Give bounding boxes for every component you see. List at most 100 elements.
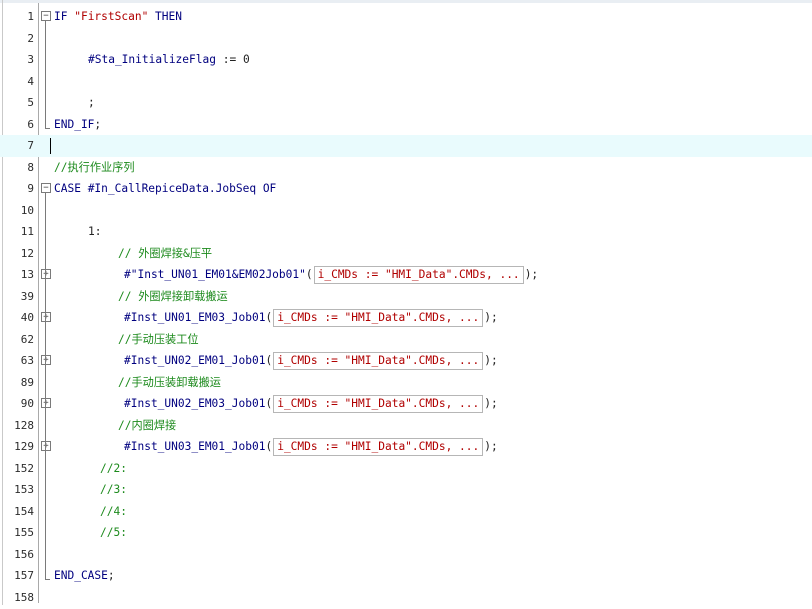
code-line[interactable]: 155 //5: xyxy=(0,522,812,544)
code-token: ; xyxy=(107,569,115,582)
code-text[interactable]: // 外圈焊接卸载搬运 xyxy=(118,286,228,308)
collapsed-arguments-box[interactable]: i_CMDs := "HMI_Data".CMDs, ... xyxy=(273,309,484,327)
line-number: 3 xyxy=(27,53,34,66)
code-text[interactable]: #Inst_UN02_EM01_Job01(i_CMDs := "HMI_Dat… xyxy=(124,350,498,372)
code-line[interactable]: 12 // 外圈焊接&压平 xyxy=(0,243,812,265)
code-text[interactable]: //手动压装工位 xyxy=(118,329,199,351)
code-comment: //5: xyxy=(100,526,127,539)
code-token: := xyxy=(215,53,243,66)
code-line[interactable]: 2 xyxy=(0,28,812,50)
code-token: ( xyxy=(265,397,273,410)
code-text[interactable]: #Inst_UN02_EM03_Job01(i_CMDs := "HMI_Dat… xyxy=(124,393,498,415)
code-line[interactable]: 90 + #Inst_UN02_EM03_Job01(i_CMDs := "HMI_… xyxy=(0,393,812,415)
code-text[interactable]: END_CASE; xyxy=(54,565,115,587)
code-text[interactable]: IF "FirstScan" THEN xyxy=(54,6,182,28)
code-line[interactable]: 40 + #Inst_UN01_EM03_Job01(i_CMDs := "HMI_… xyxy=(0,307,812,329)
line-number: 158 xyxy=(14,590,34,604)
code-text[interactable]: //5: xyxy=(100,522,127,544)
expand-fold-icon[interactable]: + xyxy=(41,312,51,322)
line-number: 2 xyxy=(27,31,34,45)
line-number: 1 xyxy=(27,10,34,23)
code-text[interactable]: // 外圈焊接&压平 xyxy=(118,243,212,265)
case-fold-guide xyxy=(45,192,46,579)
expand-fold-icon[interactable]: + xyxy=(41,269,51,279)
code-line[interactable]: 39 // 外圈焊接卸载搬运 xyxy=(0,286,812,308)
line-number: 155 xyxy=(14,526,34,539)
collapsed-arguments-box[interactable]: i_CMDs := "HMI_Data".CMDs, ... xyxy=(273,352,484,370)
collapsed-arguments-box[interactable]: i_CMDs := "HMI_Data".CMDs, ... xyxy=(273,395,484,413)
code-line[interactable]: 89 //手动压装卸载搬运 xyxy=(0,372,812,394)
code-token: #In_CallRepiceData.JobSeq xyxy=(87,182,257,195)
code-line[interactable]: 62 //手动压装工位 xyxy=(0,329,812,351)
code-token: #"Inst_UN01_EM01&EM02Job01" xyxy=(124,268,306,281)
expand-fold-icon[interactable]: + xyxy=(41,441,51,451)
code-text[interactable]: //3: xyxy=(100,479,127,501)
code-text[interactable]: //执行作业序列 xyxy=(54,157,135,179)
code-text[interactable]: #"Inst_UN01_EM01&EM02Job01"(i_CMDs := "H… xyxy=(124,264,538,286)
code-line[interactable]: 4 xyxy=(0,71,812,93)
code-line[interactable]: 8 //执行作业序列 xyxy=(0,157,812,179)
code-line[interactable]: 128 //内圈焊接 xyxy=(0,415,812,437)
code-line[interactable]: 157 END_CASE; xyxy=(0,565,812,587)
line-number: 13 xyxy=(20,268,34,281)
code-line[interactable]: 158 xyxy=(0,587,812,609)
code-token: 1: xyxy=(88,225,102,238)
code-text[interactable]: //内圈焊接 xyxy=(118,415,176,437)
code-text[interactable]: #Inst_UN03_EM01_Job01(i_CMDs := "HMI_Dat… xyxy=(124,436,498,458)
code-line[interactable]: 10 xyxy=(0,200,812,222)
code-line[interactable]: 6 END_IF; xyxy=(0,114,812,136)
code-text[interactable]: #Sta_InitializeFlag := 0 xyxy=(88,49,250,71)
code-text[interactable]: 1: xyxy=(88,221,101,243)
code-token: ( xyxy=(265,311,273,324)
code-token: #Inst_UN01_EM03_Job01 xyxy=(124,311,266,324)
code-line[interactable]: 13 + #"Inst_UN01_EM01&EM02Job01"(i_CMDs :=… xyxy=(0,264,812,286)
code-line[interactable]: 63 + #Inst_UN02_EM01_Job01(i_CMDs := "HMI_… xyxy=(0,350,812,372)
collapse-fold-icon[interactable]: − xyxy=(41,183,51,193)
code-text[interactable]: END_IF; xyxy=(54,114,101,136)
code-token: ); xyxy=(484,354,498,367)
code-keyword: END_CASE xyxy=(54,569,108,582)
line-number: 12 xyxy=(20,246,34,260)
code-line[interactable]: 152 //2: xyxy=(0,458,812,480)
code-text[interactable]: //2: xyxy=(100,458,127,480)
line-number: 157 xyxy=(14,569,34,582)
collapse-fold-icon[interactable]: − xyxy=(41,11,51,21)
code-comment: // 外圈焊接卸载搬运 xyxy=(118,289,228,303)
code-token: ); xyxy=(484,311,498,324)
code-text[interactable]: ; xyxy=(88,92,95,114)
code-line[interactable]: 9− CASE #In_CallRepiceData.JobSeq OF xyxy=(0,178,812,200)
code-token: #Sta_InitializeFlag xyxy=(88,53,216,66)
code-text[interactable]: //4: xyxy=(100,501,127,523)
collapsed-arguments-box[interactable]: i_CMDs := "HMI_Data".CMDs, ... xyxy=(313,266,524,284)
code-editor[interactable]: 1− IF "FirstScan" THEN 2 3 #Sta_InitializeFl… xyxy=(0,0,812,605)
code-line[interactable]: 1− IF "FirstScan" THEN xyxy=(0,6,812,28)
expand-fold-icon[interactable]: + xyxy=(41,398,51,408)
code-token: "FirstScan" xyxy=(74,10,149,23)
code-token: ); xyxy=(484,397,498,410)
expand-fold-icon[interactable]: + xyxy=(41,355,51,365)
code-text[interactable]: #Inst_UN01_EM03_Job01(i_CMDs := "HMI_Dat… xyxy=(124,307,498,329)
code-token: 0 xyxy=(242,53,250,66)
code-line[interactable]: 7 xyxy=(0,135,812,157)
code-line[interactable]: 11 1: xyxy=(0,221,812,243)
code-line[interactable]: 5; xyxy=(0,92,812,114)
code-line[interactable]: 154 //4: xyxy=(0,501,812,523)
if-fold-guide-end xyxy=(45,127,50,129)
collapsed-arguments-box[interactable]: i_CMDs := "HMI_Data".CMDs, ... xyxy=(273,438,484,456)
code-comment: //手动压装工位 xyxy=(118,332,199,346)
code-text[interactable]: //手动压装卸载搬运 xyxy=(118,372,221,394)
code-line[interactable]: 129 + #Inst_UN03_EM01_Job01(i_CMDs := "HMI… xyxy=(0,436,812,458)
code-line[interactable]: 156 xyxy=(0,544,812,566)
code-comment: //3: xyxy=(100,483,127,496)
line-number: 90 xyxy=(20,397,34,410)
code-token: ); xyxy=(524,268,539,281)
code-comment: //4: xyxy=(100,504,127,518)
line-number: 6 xyxy=(27,117,34,131)
code-line[interactable]: 3 #Sta_InitializeFlag := 0 xyxy=(0,49,812,71)
code-line[interactable]: 153 //3: xyxy=(0,479,812,501)
line-number: 153 xyxy=(14,483,34,496)
code-text[interactable]: CASE #In_CallRepiceData.JobSeq OF xyxy=(54,178,276,200)
code-token: ( xyxy=(265,440,273,453)
line-number: 9 xyxy=(27,182,34,195)
code-token: #Inst_UN02_EM01_Job01 xyxy=(124,354,266,367)
